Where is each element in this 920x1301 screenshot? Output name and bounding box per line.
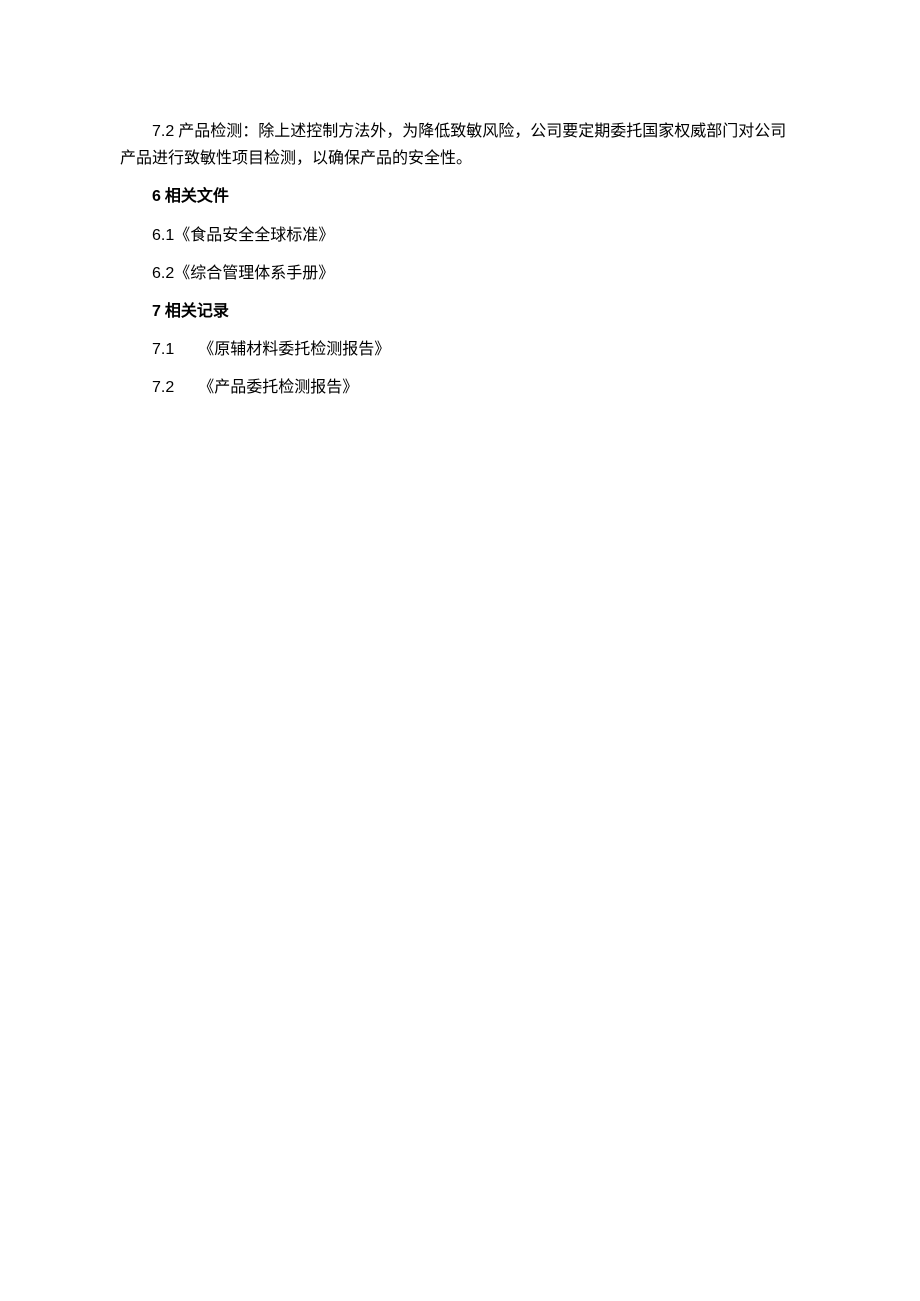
para-text: 产品检测：除上述控制方法外，为降低致敏风险，公司要定期委托国家权威部门对公司产品… [120, 123, 786, 167]
item-number: 6.1 [152, 227, 174, 244]
item-text: 《综合管理体系手册》 [174, 265, 334, 282]
heading-number: 6 [152, 188, 161, 205]
item-text: 《原辅材料委托检测报告》 [198, 341, 390, 358]
document-page: 7.2 产品检测：除上述控制方法外，为降低致敏风险，公司要定期委托国家权威部门对… [0, 0, 920, 402]
item-number: 7.2 [152, 379, 174, 396]
item-6-2: 6.2《综合管理体系手册》 [120, 260, 800, 287]
item-number: 6.2 [152, 265, 174, 282]
heading-6: 6 相关文件 [120, 183, 800, 210]
item-number: 7.1 [152, 341, 174, 358]
heading-number: 7 [152, 303, 161, 320]
item-7-2: 7.2 《产品委托检测报告》 [120, 374, 800, 401]
item-7-1: 7.1 《原辅材料委托检测报告》 [120, 336, 800, 363]
para-number: 7.2 [152, 123, 174, 140]
item-text: 《食品安全全球标准》 [174, 227, 334, 244]
heading-text: 相关记录 [161, 303, 229, 320]
heading-7: 7 相关记录 [120, 298, 800, 325]
item-text: 《产品委托检测报告》 [198, 379, 358, 396]
item-6-1: 6.1《食品安全全球标准》 [120, 222, 800, 249]
heading-text: 相关文件 [161, 188, 229, 205]
paragraph-7-2: 7.2 产品检测：除上述控制方法外，为降低致敏风险，公司要定期委托国家权威部门对… [120, 118, 800, 172]
